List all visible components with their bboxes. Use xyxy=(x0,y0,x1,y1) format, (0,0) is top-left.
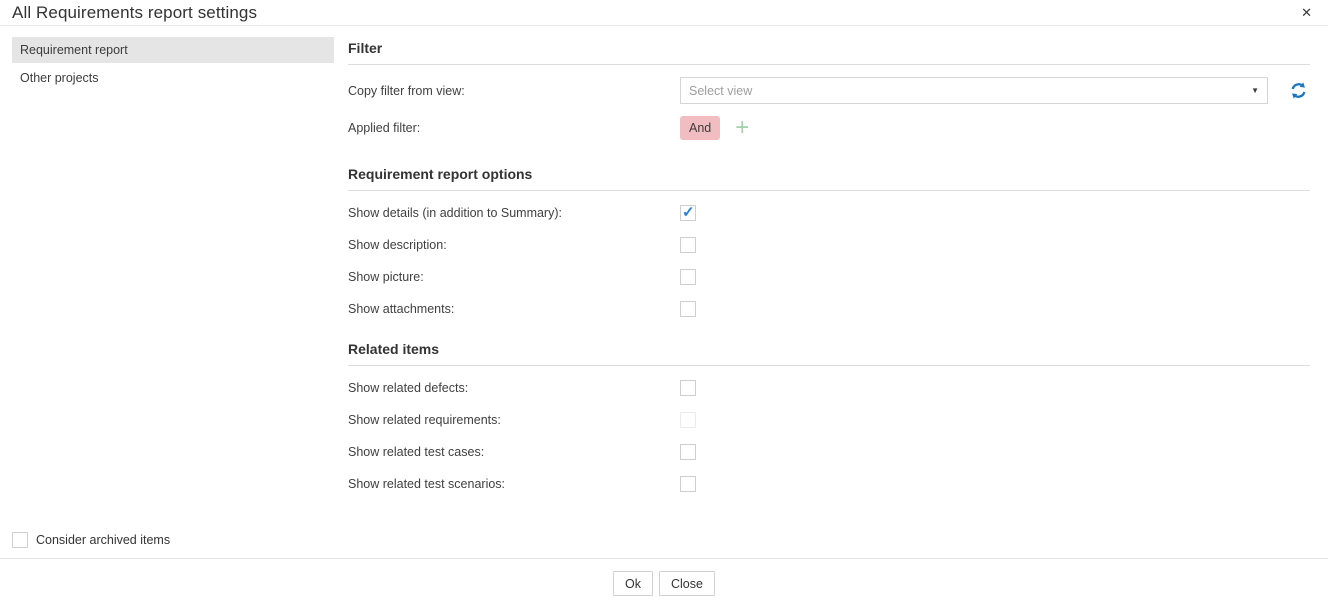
applied-filter-label: Applied filter: xyxy=(348,121,680,135)
show-related-requirements-checkbox xyxy=(680,412,696,428)
show-related-test-scenarios-checkbox[interactable] xyxy=(680,476,696,492)
show-related-requirements-label: Show related requirements: xyxy=(348,413,680,427)
show-related-test-cases-checkbox[interactable] xyxy=(680,444,696,460)
applied-filter-row: Applied filter: And + xyxy=(348,116,1310,140)
show-picture-label: Show picture: xyxy=(348,270,680,284)
related-section-heading: Related items xyxy=(348,341,1310,366)
consider-archived-row: Consider archived items xyxy=(12,532,1328,548)
consider-archived-checkbox[interactable] xyxy=(12,532,28,548)
show-related-defects-label: Show related defects: xyxy=(348,381,680,395)
refresh-icon xyxy=(1290,82,1307,99)
show-attachments-label: Show attachments: xyxy=(348,302,680,316)
show-related-test-cases-row: Show related test cases: xyxy=(348,442,1310,462)
sidebar: Requirement report Other projects xyxy=(12,37,334,93)
footer-buttons: Ok Close xyxy=(0,559,1328,610)
chevron-down-icon: ▼ xyxy=(1251,86,1259,95)
show-description-checkbox[interactable] xyxy=(680,237,696,253)
consider-archived-label: Consider archived items xyxy=(36,533,170,547)
filter-section-heading: Filter xyxy=(348,40,1310,65)
show-picture-row: Show picture: xyxy=(348,267,1310,287)
show-details-checkbox[interactable] xyxy=(680,205,696,221)
sidebar-item-requirement-report[interactable]: Requirement report xyxy=(12,37,334,63)
add-filter-condition-icon[interactable]: + xyxy=(735,119,749,137)
show-related-test-scenarios-label: Show related test scenarios: xyxy=(348,477,680,491)
settings-panel: Filter Copy filter from view: Select vie… xyxy=(334,26,1328,494)
dialog-header: All Requirements report settings ✕ xyxy=(0,0,1328,26)
sidebar-item-other-projects[interactable]: Other projects xyxy=(12,65,334,91)
refresh-views-button[interactable] xyxy=(1290,82,1307,99)
copy-filter-view-select[interactable]: Select view ▼ xyxy=(680,77,1268,104)
dialog-title: All Requirements report settings xyxy=(12,3,257,23)
show-related-test-scenarios-row: Show related test scenarios: xyxy=(348,474,1310,494)
show-related-requirements-row: Show related requirements: xyxy=(348,410,1310,430)
show-details-label: Show details (in addition to Summary): xyxy=(348,206,680,220)
show-related-defects-checkbox[interactable] xyxy=(680,380,696,396)
show-related-defects-row: Show related defects: xyxy=(348,378,1310,398)
show-related-test-cases-label: Show related test cases: xyxy=(348,445,680,459)
show-attachments-row: Show attachments: xyxy=(348,299,1310,319)
show-picture-checkbox[interactable] xyxy=(680,269,696,285)
copy-filter-label: Copy filter from view: xyxy=(348,84,680,98)
dialog-footer: Consider archived items Ok Close xyxy=(0,532,1328,610)
select-view-placeholder: Select view xyxy=(689,84,752,98)
copy-filter-row: Copy filter from view: Select view ▼ xyxy=(348,77,1310,104)
dialog-content: Requirement report Other projects Filter… xyxy=(0,26,1328,494)
filter-and-operator-button[interactable]: And xyxy=(680,116,720,140)
show-description-row: Show description: xyxy=(348,235,1310,255)
options-section-heading: Requirement report options xyxy=(348,166,1310,191)
close-button[interactable]: Close xyxy=(659,571,715,596)
show-description-label: Show description: xyxy=(348,238,680,252)
show-details-row: Show details (in addition to Summary): xyxy=(348,203,1310,223)
ok-button[interactable]: Ok xyxy=(613,571,653,596)
report-settings-dialog: All Requirements report settings ✕ Requi… xyxy=(0,0,1328,610)
show-attachments-checkbox[interactable] xyxy=(680,301,696,317)
close-icon[interactable]: ✕ xyxy=(1297,4,1316,21)
